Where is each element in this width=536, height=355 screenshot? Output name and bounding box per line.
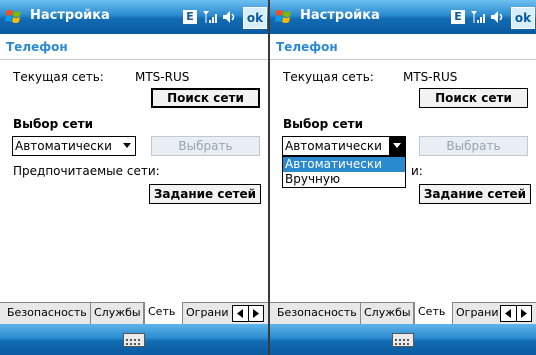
- arrow-left-icon[interactable]: [233, 306, 249, 321]
- volume-icon[interactable]: [222, 9, 238, 25]
- ok-button[interactable]: ok: [243, 7, 267, 29]
- tab-network[interactable]: Сеть: [144, 302, 183, 325]
- network-mode-dropdown: Автоматически Вручную: [282, 156, 406, 188]
- tab-network[interactable]: Сеть: [414, 302, 453, 325]
- chevron-down-icon[interactable]: [119, 137, 135, 155]
- tab-services[interactable]: Службы: [91, 303, 144, 325]
- search-network-button[interactable]: Поиск сети: [419, 88, 528, 108]
- select-button[interactable]: Выбрать: [151, 136, 260, 156]
- app-title: Настройка: [30, 8, 110, 23]
- tab-security[interactable]: Безопасность: [4, 303, 91, 325]
- current-network-value: MTS-RUS: [403, 70, 458, 84]
- soft-key-bar: [0, 324, 268, 355]
- set-networks-button[interactable]: Задание сетей: [419, 184, 531, 204]
- network-mode-value: Автоматически: [15, 139, 112, 153]
- network-mode-combo[interactable]: Автоматически: [12, 136, 136, 156]
- volume-icon[interactable]: [490, 9, 506, 25]
- set-networks-button[interactable]: Задание сетей: [149, 184, 261, 204]
- select-button[interactable]: Выбрать: [419, 136, 528, 156]
- dropdown-option-automatic[interactable]: Автоматически: [283, 157, 405, 172]
- arrow-left-icon[interactable]: [501, 306, 517, 321]
- current-network-label: Текущая сеть:: [13, 70, 104, 84]
- tab-restrictions[interactable]: Ограни: [453, 303, 500, 325]
- keyboard-icon[interactable]: [392, 333, 414, 347]
- right-phone-screen: Настройка E ok Телефон Текущая сеть: MTS…: [270, 0, 536, 355]
- tab-services[interactable]: Службы: [361, 303, 414, 325]
- chevron-down-icon[interactable]: [389, 137, 405, 155]
- tab-scroll-arrows: [500, 305, 532, 322]
- arrow-right-icon[interactable]: [248, 306, 263, 321]
- search-network-button[interactable]: Поиск сети: [151, 88, 260, 108]
- arrow-right-icon[interactable]: [516, 306, 531, 321]
- current-network-label: Текущая сеть:: [283, 70, 374, 84]
- network-mode-value: Автоматически: [285, 139, 382, 153]
- left-phone-screen: Настройка E ok Телефон Текущая сеть: MTS…: [0, 0, 268, 355]
- signal-strength-icon[interactable]: [470, 9, 486, 25]
- app-title: Настройка: [300, 8, 380, 23]
- network-mode-combo[interactable]: Автоматически: [282, 136, 406, 156]
- page-header: Телефон: [276, 40, 338, 54]
- soft-key-bar: [270, 324, 536, 355]
- header-divider: [0, 59, 268, 60]
- title-bar: Настройка E ok: [0, 0, 268, 34]
- preferred-networks-label: Предпочитаемые сети:: [13, 164, 160, 178]
- tab-bar: Безопасность Службы Сеть Ограни: [270, 302, 536, 325]
- windows-flag-icon[interactable]: [275, 8, 293, 26]
- signal-strength-icon[interactable]: [202, 9, 218, 25]
- windows-flag-icon[interactable]: [5, 8, 23, 26]
- ok-button[interactable]: ok: [511, 7, 535, 29]
- dropdown-option-manual[interactable]: Вручную: [283, 172, 405, 187]
- tab-bar: Безопасность Службы Сеть Ограни: [0, 302, 268, 325]
- current-network-value: MTS-RUS: [135, 70, 190, 84]
- network-selection-label: Выбор сети: [13, 117, 94, 131]
- tab-scroll-arrows: [232, 305, 264, 322]
- keyboard-icon[interactable]: [123, 333, 145, 347]
- tab-restrictions[interactable]: Ограни: [183, 303, 231, 325]
- page-header: Телефон: [6, 40, 68, 54]
- preferred-networks-label: и:: [411, 164, 423, 178]
- edge-connection-icon: E: [183, 10, 197, 24]
- edge-connection-icon: E: [451, 10, 465, 24]
- tab-security[interactable]: Безопасность: [274, 303, 361, 325]
- header-divider: [270, 59, 536, 60]
- title-bar: Настройка E ok: [270, 0, 536, 34]
- network-selection-label: Выбор сети: [283, 117, 364, 131]
